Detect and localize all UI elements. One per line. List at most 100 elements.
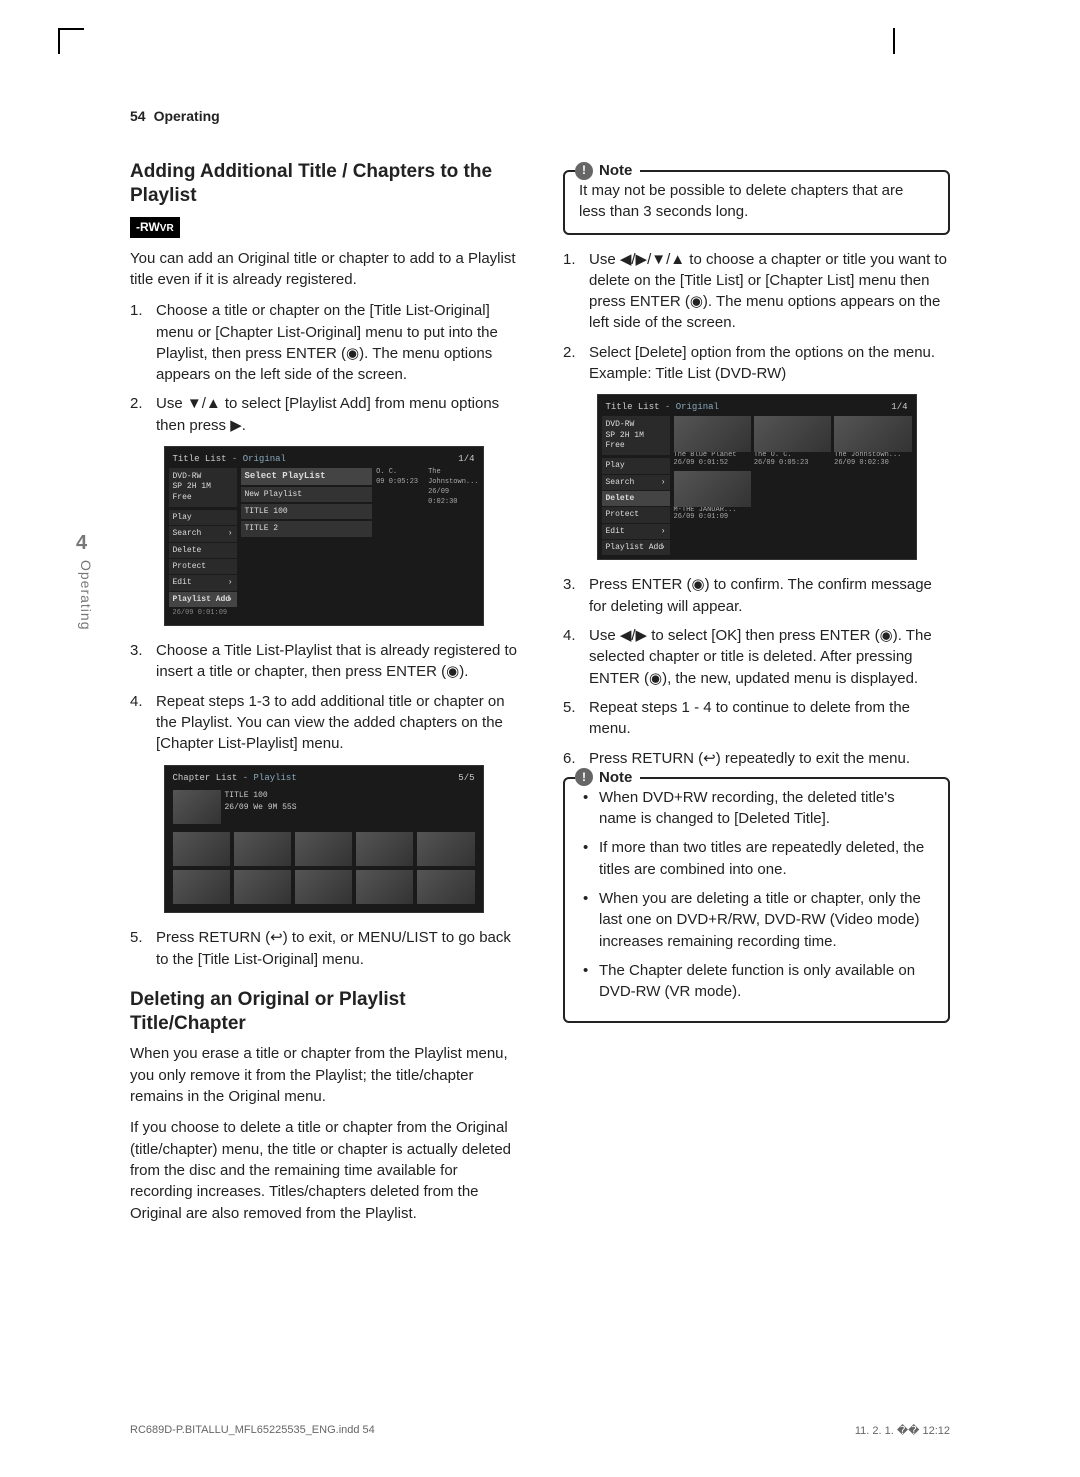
osd-mode: - Original [232,454,286,464]
osd-title: Title List [173,454,227,464]
osd-popup-item: TITLE 2 [241,521,373,536]
heading-adding-title: Adding Additional Title / Chapters to th… [130,160,517,208]
steps-list-2: Choose a Title List-Playlist that is alr… [130,640,517,754]
osd-disc-info: DVD-RW SP 2H 1M Free [169,468,237,507]
step-item: Repeat steps 1-3 to add additional title… [130,691,517,755]
steps-list-3: Press RETURN (↩) to exit, or MENU/LIST t… [130,927,517,970]
osd-thumb [234,832,291,866]
osd-title: Chapter List [173,773,238,783]
note-icon: ! [575,162,593,180]
osd-mode: - Original [665,402,719,412]
note-legend: ! Note [575,160,640,181]
steps-list-right-2: Press ENTER (◉) to confirm. The confirm … [563,574,950,768]
note-bullet: The Chapter delete function is only avai… [579,960,934,1003]
page-header: 54 Operating [130,108,950,124]
osd-popup-item: TITLE 100 [241,504,373,519]
note-bullet: If more than two titles are repeatedly d… [579,837,934,880]
left-column: Adding Additional Title / Chapters to th… [130,160,517,1234]
osd-popup-head: Select PlayList [241,468,373,485]
osd-menu-edit: Edit› [169,575,237,590]
para: If you choose to delete a title or chapt… [130,1117,517,1223]
content-columns: Adding Additional Title / Chapters to th… [130,160,950,1234]
osd-popup-item: New Playlist [241,487,373,502]
step-item: Press ENTER (◉) to confirm. The confirm … [563,574,950,617]
osd-menu-playlist-add: Playlist Add› [169,592,237,607]
osd-thumb [674,416,751,452]
osd-thumb-caption: O. C.09 0:05:23 [376,468,424,607]
osd-thumb [417,870,474,904]
osd-title: Title List [606,402,660,412]
right-column: ! Note It may not be possible to delete … [563,160,950,1234]
osd-thumb-caption: The Johnstown...26/09 0:02:30 [428,468,478,607]
osd-menu-protect: Protect [169,559,237,574]
note-bullet: When you are deleting a title or chapter… [579,888,934,952]
steps-list-1: Choose a title or chapter on the [Title … [130,300,517,436]
step-item: Use ◀/▶/▼/▲ to choose a chapter or title… [563,249,950,334]
note-icon: ! [575,768,593,786]
osd-menu-search: Search› [602,475,670,490]
osd-menu-playlist-add: Playlist Add› [602,540,670,555]
osd-thumb [834,416,911,452]
osd-mode: - Playlist [243,773,297,783]
page-footer: RC689D-P.BITALLU_MFL65225535_ENG.indd 54… [130,1424,950,1437]
osd-page: 1/4 [891,401,907,414]
crop-mark-tr [893,28,895,54]
footer-timestamp: 11. 2. 1. �� 12:12 [855,1424,950,1437]
chapter-label-tab: Operating [78,560,94,630]
note-box-1: ! Note It may not be possible to delete … [563,170,950,235]
crop-mark-tl [58,28,84,54]
osd-title-list-original: Title List - Original 1/4 DVD-RW SP 2H 1… [164,446,484,626]
osd-menu-play: Play [602,458,670,473]
note-bullet-list: When DVD+RW recording, the deleted title… [579,787,934,1003]
format-badge-rwvr: -RWVR [130,217,180,238]
osd-disc-info: DVD-RW SP 2H 1M Free [602,416,670,455]
osd-meta: TITLE 100 26/09 We 9M 55S [225,790,297,813]
osd-menu-edit: Edit› [602,524,670,539]
note-legend: ! Note [575,767,640,788]
osd-footer: 26/09 0:01:09 [169,607,479,621]
para: When you erase a title or chapter from t… [130,1043,517,1107]
step-item: Press RETURN (↩) to exit, or MENU/LIST t… [130,927,517,970]
section-name: Operating [154,108,220,124]
osd-thumb [356,870,413,904]
osd-thumb [674,471,751,507]
note-bullet: When DVD+RW recording, the deleted title… [579,787,934,830]
note-text: It may not be possible to delete chapter… [579,180,934,223]
osd-menu-play: Play [169,510,237,525]
osd-thumb [173,790,221,824]
step-item: Select [Delete] option from the options … [563,342,950,385]
osd-thumb [295,832,352,866]
osd-menu-protect: Protect [602,507,670,522]
chapter-number-tab: 4 [76,532,87,555]
osd-thumb [295,870,352,904]
step-item: Use ▼/▲ to select [Playlist Add] from me… [130,393,517,436]
osd-page: 5/5 [458,772,474,785]
osd-thumb-caption: The Johnstown...26/09 0:02:30 [834,452,911,467]
note-box-2: ! Note When DVD+RW recording, the delete… [563,777,950,1023]
osd-page: 1/4 [458,453,474,466]
osd-thumb [417,832,474,866]
step-item: Choose a title or chapter on the [Title … [130,300,517,385]
step-item: Use ◀/▶ to select [OK] then press ENTER … [563,625,950,689]
osd-thumb [173,870,230,904]
step-item: Press RETURN (↩) repeatedly to exit the … [563,748,950,769]
osd-thumb [356,832,413,866]
step-item: Choose a Title List-Playlist that is alr… [130,640,517,683]
osd-thumb [234,870,291,904]
osd-thumb-caption: M-THE JANUAR...26/09 0:01:09 [674,507,751,522]
note-label: Note [599,160,632,181]
osd-thumb [754,416,831,452]
intro-para: You can add an Original title or chapter… [130,248,517,291]
page-number: 54 [130,108,146,124]
osd-chapter-list-playlist: Chapter List - Playlist 5/5 TITLE 100 26… [164,765,484,914]
osd-menu-delete: Delete [169,543,237,558]
manual-page: 54 Operating 4 Operating Adding Addition… [0,0,1080,1477]
osd-thumb [173,832,230,866]
step-item: Repeat steps 1 - 4 to continue to delete… [563,697,950,740]
note-label: Note [599,767,632,788]
osd-menu-search: Search› [169,526,237,541]
steps-list-right-1: Use ◀/▶/▼/▲ to choose a chapter or title… [563,249,950,385]
heading-deleting-title: Deleting an Original or Playlist Title/C… [130,988,517,1036]
osd-thumb-caption: The O. C.26/09 0:05:23 [754,452,831,467]
osd-thumb-caption: The Blue Planet26/09 0:01:52 [674,452,751,467]
